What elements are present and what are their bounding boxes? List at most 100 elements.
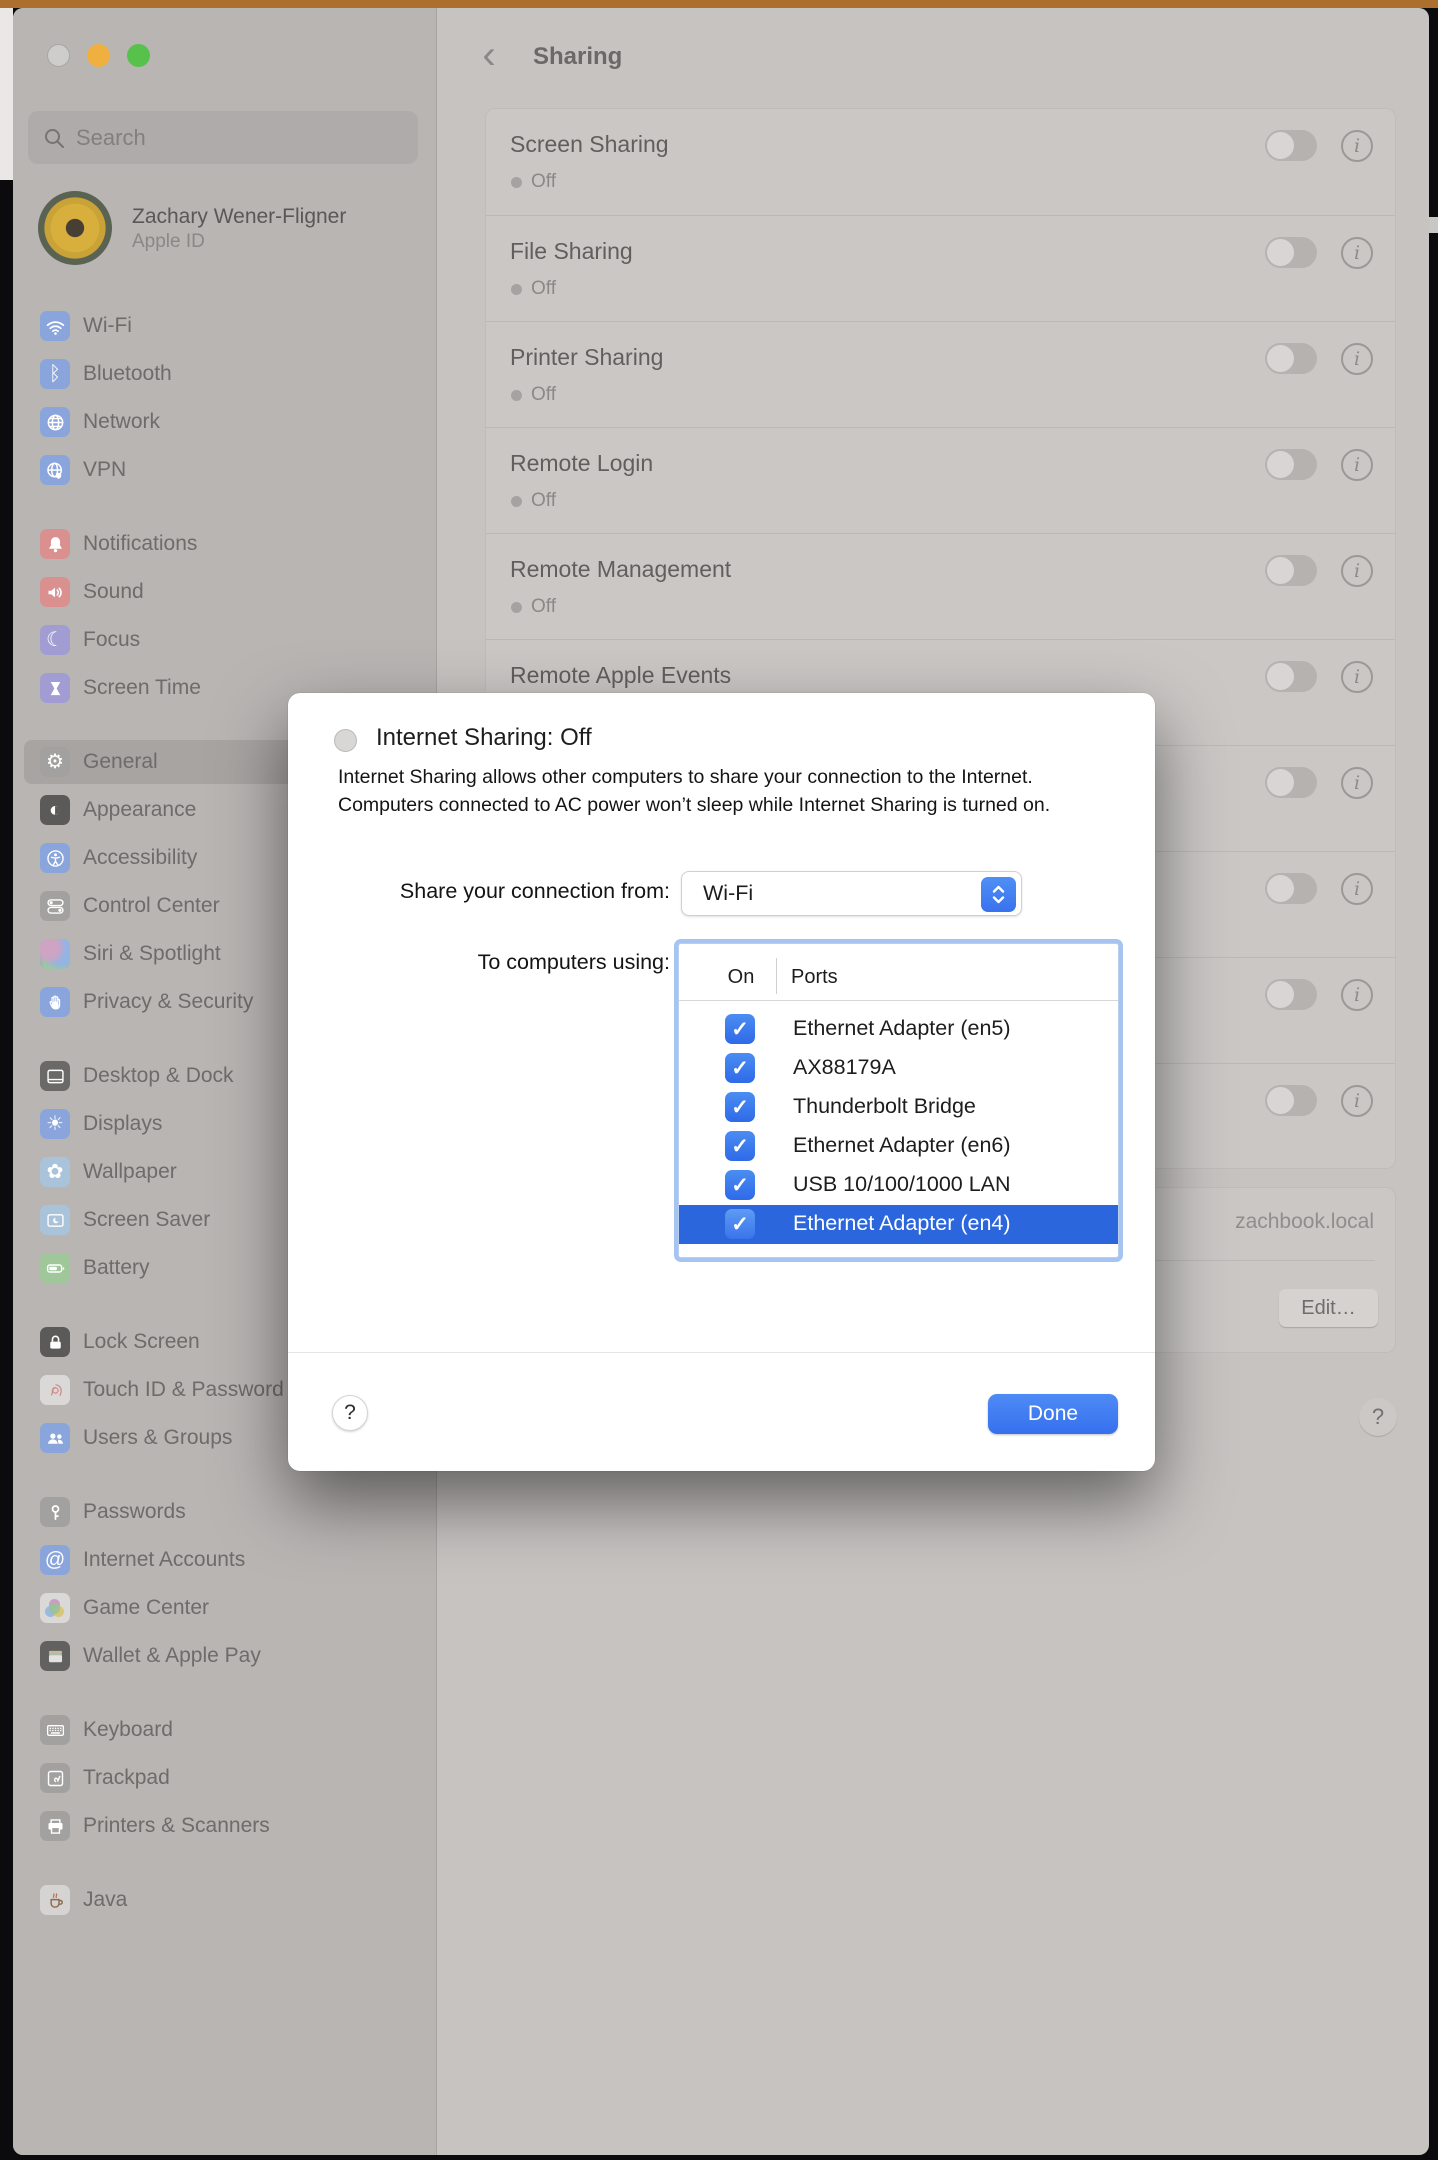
to-computers-label: To computers using: [290,950,670,975]
dialog-description: Internet Sharing allows other computers … [338,763,1113,819]
checkbox-checked-icon[interactable]: ✓ [725,1131,755,1161]
sidebar-item-label: Control Center [83,894,220,918]
port-row-ax88179a[interactable]: ✓ AX88179A [679,1049,1118,1088]
port-row-thunderbolt-bridge[interactable]: ✓ Thunderbolt Bridge [679,1088,1118,1127]
sidebar-item-label: Wallet & Apple Pay [83,1644,261,1668]
status-text: Off [531,384,556,406]
vpn-globe-icon [40,455,70,485]
profile-name: Zachary Wener-Fligner [132,203,346,230]
control-center-icon [40,891,70,921]
sidebar-item-notifications[interactable]: Notifications [13,520,437,568]
sidebar-item-label: Touch ID & Password [83,1378,284,1402]
service-toggle[interactable] [1265,555,1317,586]
dialog-help-button[interactable]: ? [332,1395,368,1431]
service-toggle[interactable] [1265,873,1317,904]
sidebar-item-label: Appearance [83,798,196,822]
checkbox-checked-icon[interactable]: ✓ [725,1170,755,1200]
checkbox-checked-icon[interactable]: ✓ [725,1014,755,1044]
avatar [38,191,112,265]
done-button[interactable]: Done [988,1394,1118,1434]
wallet-icon [40,1641,70,1671]
minimize-button[interactable] [87,44,110,67]
search-field[interactable] [28,111,418,164]
sidebar-item-network[interactable]: Network [13,398,437,446]
info-icon[interactable]: i [1341,1085,1373,1117]
status-text: Off [531,171,556,193]
flower-icon: ✿ [40,1157,70,1187]
search-input[interactable] [76,125,376,151]
sidebar-item-label: Desktop & Dock [83,1064,234,1088]
speaker-icon [40,577,70,607]
close-button[interactable] [47,44,70,67]
info-icon[interactable]: i [1341,555,1373,587]
service-toggle[interactable] [1265,130,1317,161]
globe-icon [40,407,70,437]
sidebar-item-label: Internet Accounts [83,1548,245,1572]
edit-hostname-button[interactable]: Edit… [1279,1289,1378,1327]
info-icon[interactable]: i [1341,661,1373,693]
hourglass-icon [40,673,70,703]
service-toggle[interactable] [1265,661,1317,692]
status-text: Off [531,596,556,618]
service-toggle[interactable] [1265,237,1317,268]
info-icon[interactable]: i [1341,767,1373,799]
sidebar-item-label: Game Center [83,1596,209,1620]
port-row-en4-selected[interactable]: ✓ Ethernet Adapter (en4) [679,1205,1118,1244]
sidebar-item-printers[interactable]: Printers & Scanners [13,1802,437,1850]
sidebar-item-label: Wi-Fi [83,314,132,338]
sidebar-item-focus[interactable]: ☾ Focus [13,616,437,664]
sidebar-item-trackpad[interactable]: Trackpad [13,1754,437,1802]
port-row-en6[interactable]: ✓ Ethernet Adapter (en6) [679,1127,1118,1166]
checkbox-checked-icon[interactable]: ✓ [725,1053,755,1083]
checkbox-checked-icon[interactable]: ✓ [725,1209,755,1239]
info-icon[interactable]: i [1341,237,1373,269]
checkbox-checked-icon[interactable]: ✓ [725,1092,755,1122]
sidebar-item-label: Java [83,1888,127,1912]
sidebar-item-label: Sound [83,580,144,604]
info-icon[interactable]: i [1341,343,1373,375]
moon-icon: ☾ [40,625,70,655]
service-toggle[interactable] [1265,1085,1317,1116]
sidebar-item-game-center[interactable]: Game Center [13,1584,437,1632]
info-icon[interactable]: i [1341,130,1373,162]
sidebar-item-label: Focus [83,628,140,652]
sidebar-item-internet-accounts[interactable]: @ Internet Accounts [13,1536,437,1584]
port-row-usb-lan[interactable]: ✓ USB 10/100/1000 LAN [679,1166,1118,1205]
help-button[interactable]: ? [1359,1398,1397,1436]
keyboard-icon [40,1715,70,1745]
service-toggle[interactable] [1265,449,1317,480]
service-toggle[interactable] [1265,979,1317,1010]
ports-table[interactable]: On Ports ✓ Ethernet Adapter (en5) ✓ AX88… [678,943,1119,1258]
service-toggle[interactable] [1265,767,1317,798]
info-icon[interactable]: i [1341,979,1373,1011]
service-row-remote-login: Remote Login Off i [486,427,1395,533]
back-chevron-icon[interactable]: ‹ [474,38,504,78]
sidebar-item-vpn[interactable]: VPN [13,446,437,494]
sidebar-item-label: Passwords [83,1500,186,1524]
table-header: On Ports [679,944,1118,1001]
page-title: Sharing [533,43,622,71]
sidebar-item-wifi[interactable]: Wi-Fi [13,302,437,350]
sidebar-item-wallet[interactable]: Wallet & Apple Pay [13,1632,437,1680]
sidebar-item-keyboard[interactable]: Keyboard [13,1706,437,1754]
sidebar-item-passwords[interactable]: Passwords [13,1488,437,1536]
sidebar-item-label: Privacy & Security [83,990,253,1014]
info-icon[interactable]: i [1341,449,1373,481]
service-row-screen-sharing: Screen Sharing Off i [486,109,1395,215]
apple-id-row[interactable]: Zachary Wener-Fligner Apple ID [38,190,418,266]
sidebar-item-sound[interactable]: Sound [13,568,437,616]
sidebar-item-label: Keyboard [83,1718,173,1742]
port-row-en5[interactable]: ✓ Ethernet Adapter (en5) [679,1010,1118,1049]
status-dot [511,177,522,188]
selected-value: Wi-Fi [703,881,753,906]
service-toggle[interactable] [1265,343,1317,374]
share-from-select[interactable]: Wi-Fi [681,871,1022,916]
trackpad-icon [40,1763,70,1793]
battery-icon [40,1253,70,1283]
zoom-button[interactable] [127,44,150,67]
info-icon[interactable]: i [1341,873,1373,905]
sidebar-item-bluetooth[interactable]: ᛒ Bluetooth [13,350,437,398]
sidebar-item-java[interactable]: Java [13,1876,437,1924]
sidebar-item-label: Users & Groups [83,1426,232,1450]
search-icon [42,126,66,150]
